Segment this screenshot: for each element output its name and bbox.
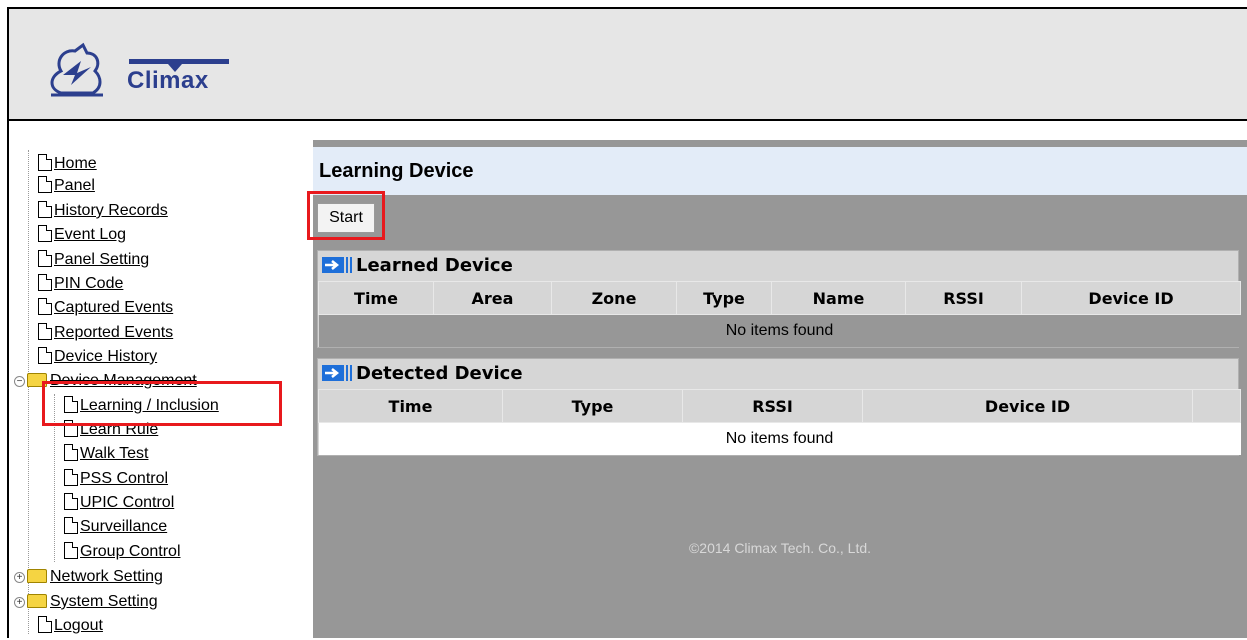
learned-device-table: Time Area Zone Type Name RSSI Device ID … [318, 281, 1241, 347]
col-time[interactable]: Time [318, 281, 434, 315]
empty-row: No items found [318, 314, 1241, 347]
collapse-icon[interactable]: − [14, 376, 25, 387]
detected-device-grid: Detected Device Time Type RSSI Device ID… [317, 358, 1241, 456]
detected-device-header: Detected Device [318, 359, 1238, 389]
nav-item-panel-setting[interactable]: Panel Setting [38, 250, 149, 274]
document-icon [38, 225, 52, 242]
copyright-footer: ©2014 Climax Tech. Co., Ltd. [688, 540, 872, 556]
document-icon [64, 469, 78, 486]
document-icon [64, 542, 78, 559]
col-device-id[interactable]: Device ID [862, 389, 1193, 423]
nav-item-reported-events[interactable]: Reported Events [38, 323, 173, 347]
col-name[interactable]: Name [771, 281, 906, 315]
col-device-id[interactable]: Device ID [1021, 281, 1241, 315]
nav-item-device-history[interactable]: Device History [38, 347, 157, 371]
document-icon [38, 616, 52, 633]
nav-item-group-control[interactable]: Group Control [64, 542, 181, 566]
nav-item-home[interactable]: Home [38, 154, 97, 178]
col-rssi[interactable]: RSSI [905, 281, 1022, 315]
nav-item-event-log[interactable]: Event Log [38, 225, 126, 249]
document-icon [38, 250, 52, 267]
nav-link-walk-test[interactable]: Walk Test [80, 445, 148, 462]
document-icon [38, 274, 52, 291]
document-icon [38, 201, 52, 218]
nav-item-upic-control[interactable]: UPIC Control [64, 493, 174, 517]
nav-link-surveillance[interactable]: Surveillance [80, 518, 167, 535]
learned-device-grid: Learned Device Time Area Zone Type Name … [317, 250, 1241, 348]
col-extra [1192, 389, 1241, 423]
col-type[interactable]: Type [676, 281, 772, 315]
nav-item-walk-test[interactable]: Walk Test [64, 444, 148, 468]
empty-row: No items found [318, 422, 1241, 455]
learned-device-title: Learned Device [356, 255, 513, 276]
climax-logo[interactable]: Climax [41, 31, 251, 121]
nav-link-event-log[interactable]: Event Log [54, 226, 126, 243]
document-icon [64, 444, 78, 461]
nav-item-history-records[interactable]: History Records [38, 201, 168, 225]
document-icon [64, 493, 78, 510]
col-type[interactable]: Type [502, 389, 683, 423]
detected-device-title: Detected Device [356, 363, 523, 384]
brand-name: Climax [127, 67, 209, 94]
document-icon [38, 347, 52, 364]
nav-link-pin-code[interactable]: PIN Code [54, 275, 123, 292]
nav-link-network-setting[interactable]: Network Setting [50, 568, 163, 585]
nav-link-logout[interactable]: Logout [54, 617, 103, 634]
page-title: Learning Device [313, 147, 1247, 195]
nav-item-network-setting[interactable]: + Network Setting [14, 567, 163, 591]
nav-item-system-setting[interactable]: + System Setting [14, 592, 158, 616]
nav-item-panel[interactable]: Panel [38, 176, 95, 200]
highlight-start-button [307, 191, 385, 240]
highlight-learning-inclusion [42, 381, 282, 426]
col-rssi[interactable]: RSSI [682, 389, 863, 423]
logo-figure-icon [50, 42, 103, 97]
nav-item-pin-code[interactable]: PIN Code [38, 274, 123, 298]
nav-item-pss-control[interactable]: PSS Control [64, 469, 168, 493]
nav-item-surveillance[interactable]: Surveillance [64, 517, 167, 541]
folder-icon [27, 594, 47, 608]
nav-link-captured-events[interactable]: Captured Events [54, 299, 173, 316]
nav-link-upic-control[interactable]: UPIC Control [80, 494, 174, 511]
nav-link-group-control[interactable]: Group Control [80, 543, 181, 560]
nav-link-history-records[interactable]: History Records [54, 202, 168, 219]
col-zone[interactable]: Zone [551, 281, 677, 315]
expand-icon[interactable]: + [14, 597, 25, 608]
document-icon [38, 298, 52, 315]
main-panel: Learning Device Start Learned Device Tim… [307, 140, 1247, 638]
nav-link-reported-events[interactable]: Reported Events [54, 324, 173, 341]
col-area[interactable]: Area [433, 281, 552, 315]
nav-link-device-history[interactable]: Device History [54, 348, 157, 365]
document-icon [64, 517, 78, 534]
nav-item-captured-events[interactable]: Captured Events [38, 298, 173, 322]
nav-item-logout[interactable]: Logout [38, 616, 103, 640]
nav-link-system-setting[interactable]: System Setting [50, 593, 158, 610]
expand-icon[interactable]: + [14, 572, 25, 583]
nav-link-panel[interactable]: Panel [54, 177, 95, 194]
document-icon [38, 176, 52, 193]
arrow-right-icon [322, 257, 352, 273]
detected-device-table: Time Type RSSI Device ID No items found [318, 389, 1241, 455]
arrow-right-icon [322, 365, 352, 381]
header: Climax [9, 9, 1247, 121]
nav-link-pss-control[interactable]: PSS Control [80, 470, 168, 487]
learned-device-header: Learned Device [318, 251, 1238, 281]
folder-icon [27, 569, 47, 583]
document-icon [38, 323, 52, 340]
nav-link-home[interactable]: Home [54, 155, 97, 172]
col-time[interactable]: Time [318, 389, 503, 423]
nav-link-panel-setting[interactable]: Panel Setting [54, 251, 149, 268]
document-icon [38, 154, 52, 171]
